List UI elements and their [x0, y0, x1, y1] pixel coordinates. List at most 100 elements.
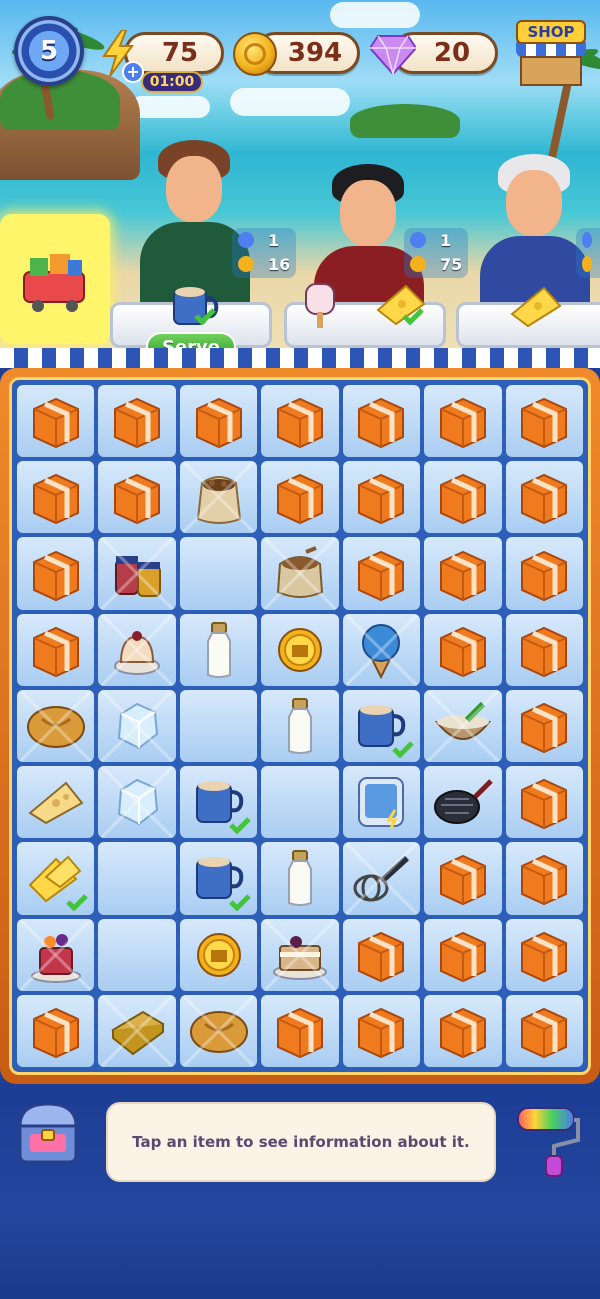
box-icon — [358, 1007, 405, 1058]
customer-woman[interactable] — [130, 136, 260, 312]
board-cell[interactable] — [98, 994, 176, 1067]
board-cell[interactable] — [424, 461, 502, 534]
box-icon — [276, 474, 323, 525]
cobweb-overlay — [98, 689, 176, 763]
sieve-icon — [433, 779, 493, 825]
check-icon — [392, 741, 414, 759]
box-icon — [521, 550, 568, 601]
cobweb-overlay — [17, 918, 95, 991]
box-icon — [439, 474, 486, 525]
board-cell[interactable] — [342, 766, 421, 839]
board-cell[interactable] — [98, 613, 176, 686]
board-cell[interactable] — [98, 766, 176, 839]
awning-stripe — [0, 348, 600, 368]
board-cell[interactable] — [261, 994, 339, 1067]
board-cell[interactable] — [424, 613, 502, 686]
star-icon — [410, 232, 426, 248]
board-cell[interactable] — [98, 689, 176, 763]
board-cell[interactable] — [179, 918, 258, 991]
merge-board — [9, 377, 591, 1075]
board-cell[interactable] — [98, 385, 176, 458]
board-cell[interactable] — [17, 689, 95, 763]
board-cell[interactable] — [505, 461, 583, 534]
gem-icon — [370, 35, 416, 74]
board-cell[interactable] — [424, 766, 502, 839]
box-icon — [521, 474, 568, 525]
board-cell[interactable] — [342, 689, 421, 763]
board-cell[interactable] — [179, 461, 258, 534]
cobweb-overlay — [261, 918, 339, 991]
box-icon — [521, 626, 568, 677]
board-cell[interactable] — [179, 537, 258, 610]
board-cell[interactable] — [342, 613, 421, 686]
player-level-badge[interactable]: 5 — [14, 16, 84, 86]
board-cell[interactable] — [179, 766, 258, 839]
board-cell[interactable] — [505, 385, 583, 458]
board-cell[interactable] — [179, 385, 258, 458]
item-info-panel: Tap an item to see information about it. — [106, 1102, 496, 1182]
board-cell[interactable] — [98, 842, 176, 915]
box-icon — [32, 398, 79, 449]
board-cell[interactable] — [505, 842, 583, 915]
coin-icon — [410, 256, 426, 272]
board-cell[interactable] — [261, 613, 339, 686]
board-cell[interactable] — [179, 842, 258, 915]
board-cell[interactable] — [179, 689, 258, 763]
board-cell[interactable] — [424, 537, 502, 610]
board-cell[interactable] — [17, 994, 95, 1067]
board-cell[interactable] — [179, 994, 258, 1067]
cheese-icon — [510, 286, 562, 328]
box-icon — [521, 1007, 568, 1058]
board-cell[interactable] — [261, 842, 339, 915]
paint-roller-icon[interactable] — [512, 1100, 582, 1178]
board-cell[interactable] — [424, 842, 502, 915]
board-cell[interactable] — [17, 613, 95, 686]
box-icon — [276, 1007, 323, 1058]
box-icon — [439, 398, 486, 449]
board-cell[interactable] — [424, 689, 502, 763]
board-cell[interactable] — [505, 918, 583, 991]
board-cell[interactable] — [505, 537, 583, 610]
board-cell[interactable] — [17, 537, 95, 610]
board-cell[interactable] — [261, 537, 339, 610]
board-cell[interactable] — [342, 385, 421, 458]
board-cell[interactable] — [98, 537, 176, 610]
board-cell[interactable] — [17, 918, 95, 991]
board-cell[interactable] — [261, 385, 339, 458]
board-cell[interactable] — [17, 461, 95, 534]
board-cell[interactable] — [342, 461, 421, 534]
shopping-cart-icon — [23, 254, 85, 312]
board-cell[interactable] — [17, 385, 95, 458]
order-card-selected[interactable] — [0, 214, 110, 344]
board-cell[interactable] — [505, 994, 583, 1067]
board-cell[interactable] — [17, 766, 95, 839]
box-icon — [439, 1007, 486, 1058]
board-cell[interactable] — [261, 689, 339, 763]
board-cell[interactable] — [424, 918, 502, 991]
board-cell[interactable] — [261, 766, 339, 839]
board-cell[interactable] — [342, 918, 421, 991]
board-cell[interactable] — [505, 613, 583, 686]
cobweb-overlay — [98, 537, 176, 610]
box-icon — [439, 855, 486, 906]
shop-button[interactable]: SHOP — [510, 16, 592, 90]
board-cell[interactable] — [505, 689, 583, 763]
storage-chest-icon[interactable] — [14, 1100, 82, 1166]
board-cell[interactable] — [424, 994, 502, 1067]
freezer-icon — [358, 777, 405, 829]
check-icon — [66, 893, 89, 911]
board-cell[interactable] — [342, 842, 421, 915]
board-cell[interactable] — [424, 385, 502, 458]
board-cell[interactable] — [98, 918, 176, 991]
board-cell[interactable] — [342, 537, 421, 610]
merge-board-frame — [0, 368, 600, 1084]
board-cell[interactable] — [342, 994, 421, 1067]
board-cell[interactable] — [17, 842, 95, 915]
board-cell[interactable] — [179, 613, 258, 686]
cobweb-overlay — [17, 689, 95, 763]
board-cell[interactable] — [261, 918, 339, 991]
board-cell[interactable] — [98, 461, 176, 534]
board-cell[interactable] — [261, 461, 339, 534]
coin-icon — [196, 932, 241, 977]
board-cell[interactable] — [505, 766, 583, 839]
